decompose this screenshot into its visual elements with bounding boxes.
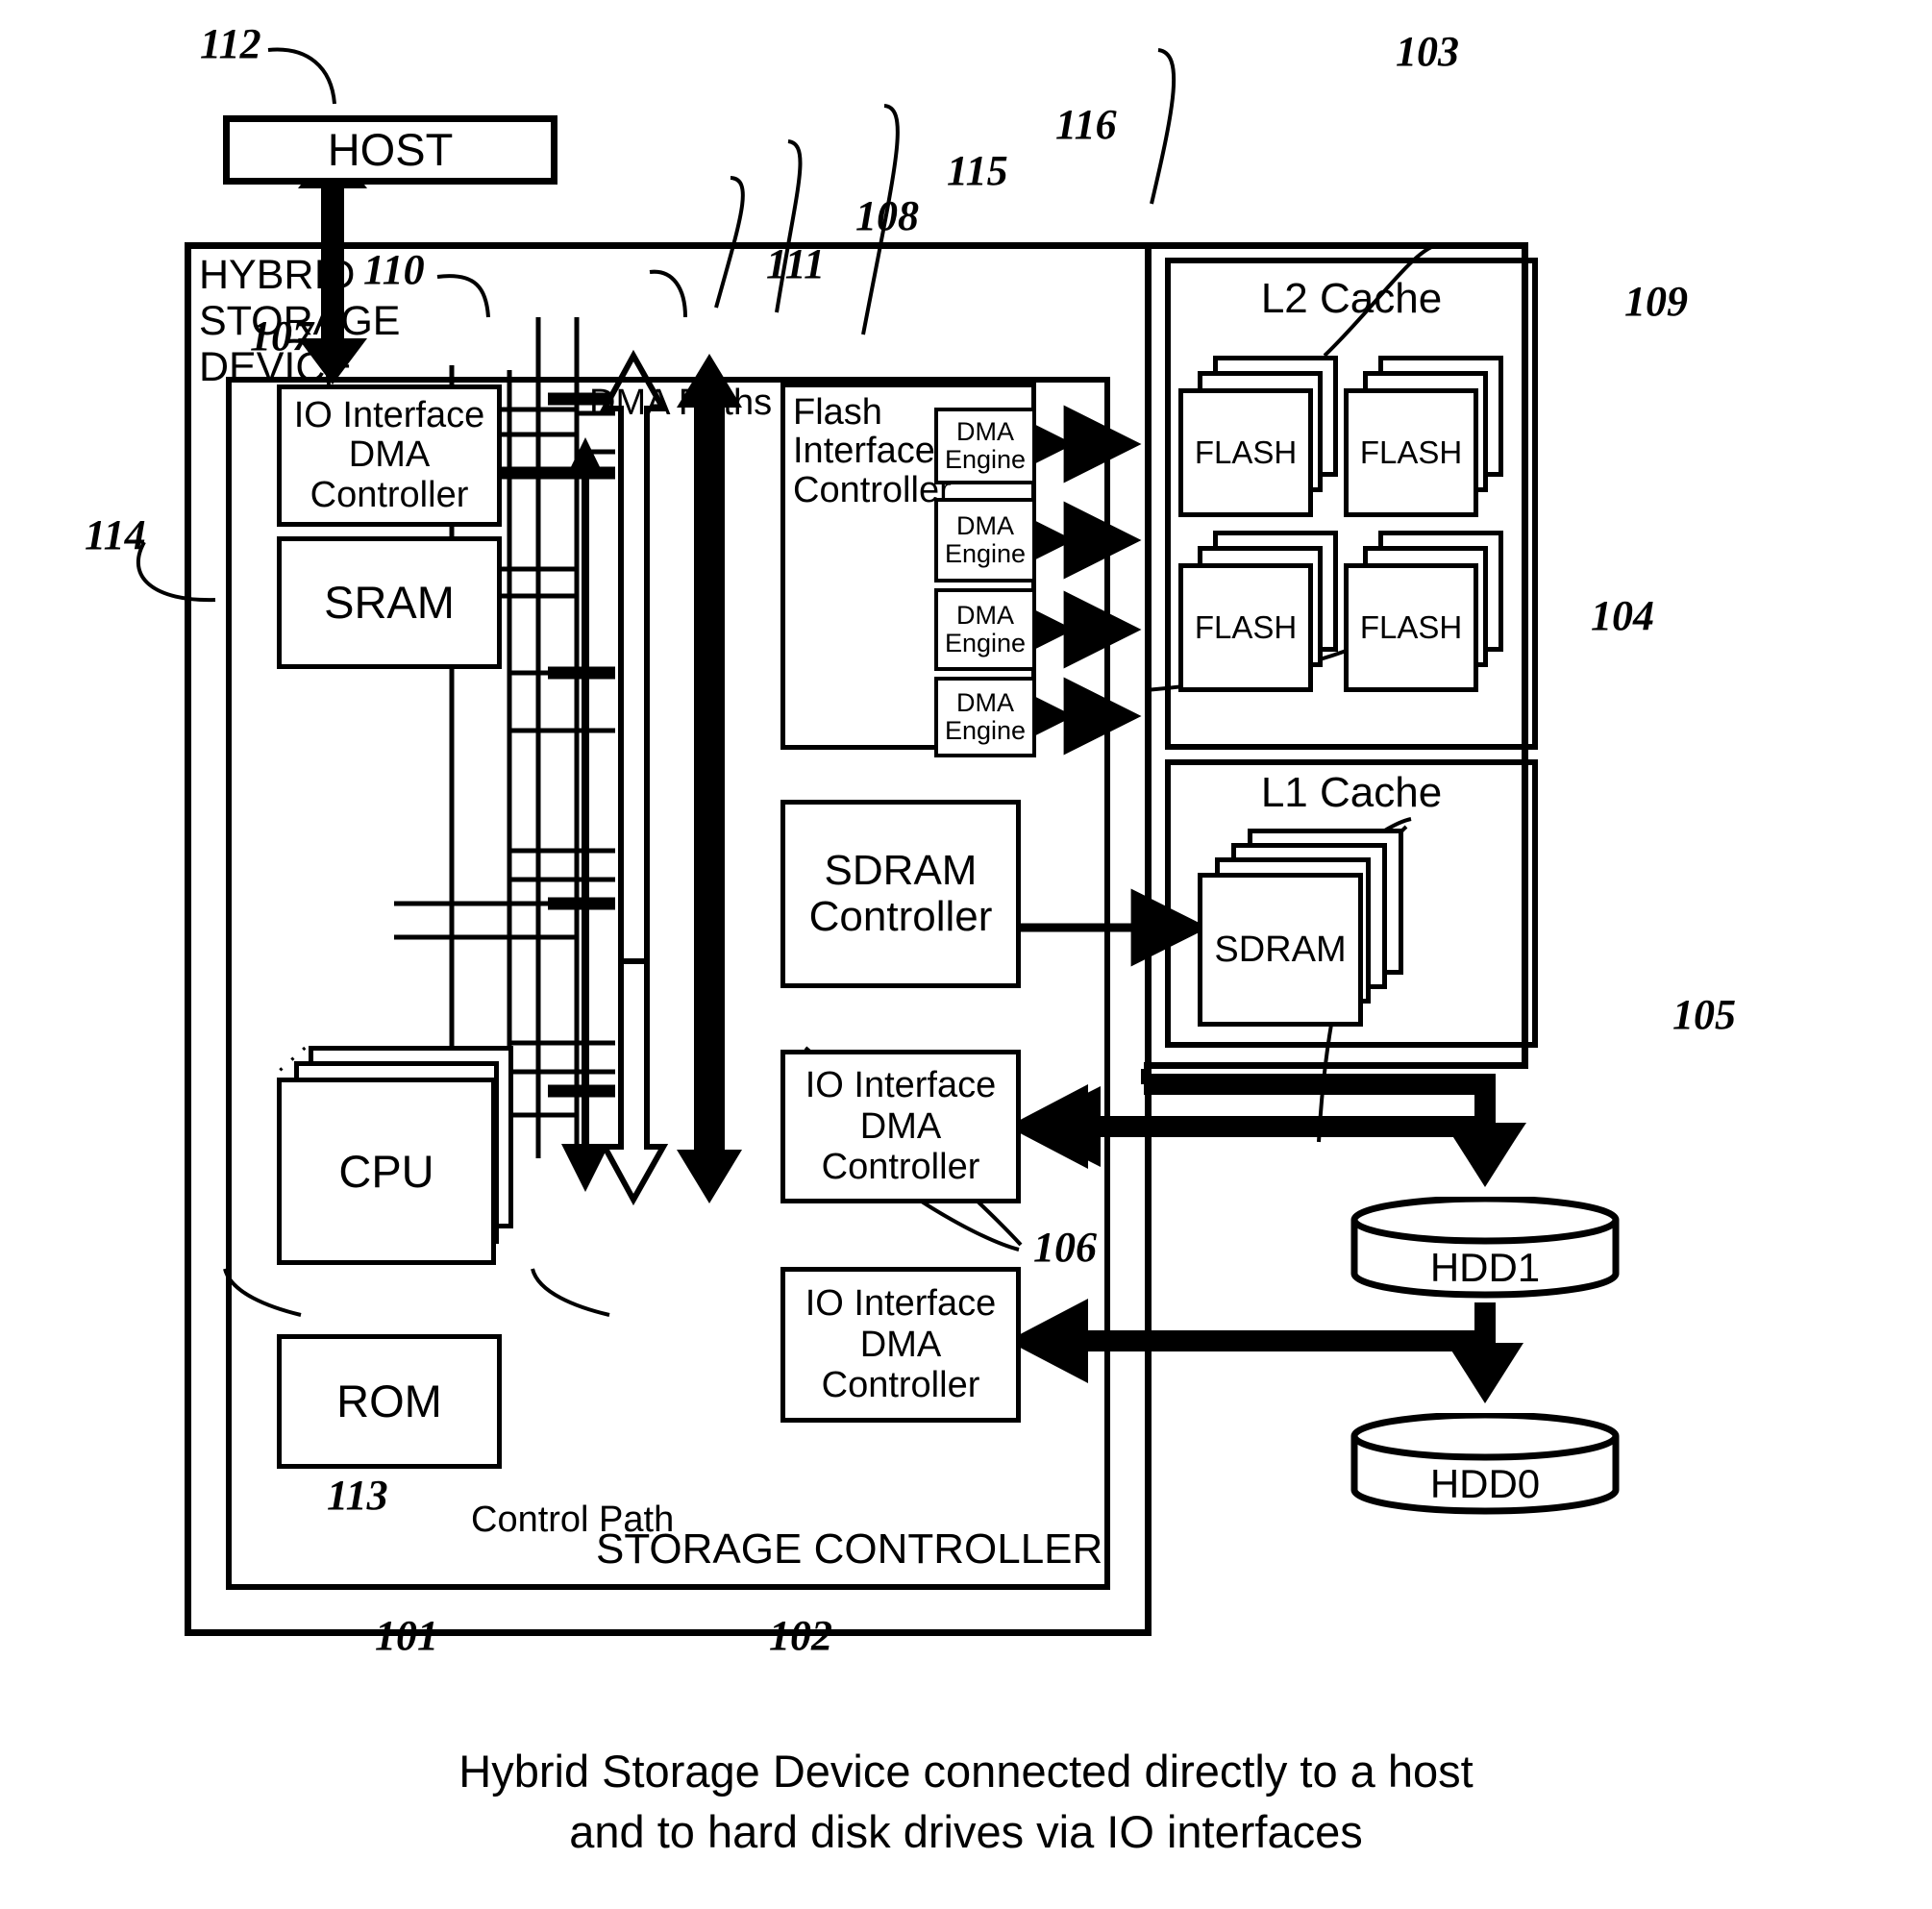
sdram-sheet-front: SDRAM bbox=[1198, 873, 1363, 1027]
flash-stack-3: FLASH bbox=[1178, 531, 1342, 694]
flash-stack-4: FLASH bbox=[1344, 531, 1507, 694]
ref-109: 109 bbox=[1624, 278, 1688, 325]
dma-paths-label: DMA Paths bbox=[589, 383, 773, 423]
io-interface-dma-controller-mid: IO Interface DMA Controller bbox=[780, 1050, 1021, 1203]
control-path-label: Control Path bbox=[471, 1500, 675, 1540]
hdd1-arrow-down bbox=[1447, 1088, 1523, 1187]
ref-112: 112 bbox=[200, 20, 261, 67]
ref-106: 106 bbox=[1033, 1224, 1097, 1271]
caption-line-2: and to hard disk drives via IO interface… bbox=[569, 1805, 1363, 1857]
ref-115: 115 bbox=[947, 147, 1008, 194]
dma-engine-2: DMA Engine bbox=[934, 498, 1036, 583]
flash-interface-controller-label: Flash Interface Controller bbox=[793, 392, 952, 510]
ref-114: 114 bbox=[85, 511, 146, 558]
ref-110: 110 bbox=[363, 246, 425, 293]
io-interface-dma-controller-top-label: IO Interface DMA Controller bbox=[293, 395, 485, 515]
flash-3-sheet-front: FLASH bbox=[1178, 563, 1313, 692]
patent-figure: HOST 112 HYBRID STORAGE DEVICE 101 STORAGE… bbox=[0, 0, 1932, 1909]
l1-sdram-label: SDRAM bbox=[1214, 929, 1347, 970]
dma-engine-1-label: DMA Engine bbox=[944, 416, 1027, 474]
ref-116: 116 bbox=[1055, 101, 1117, 148]
sdram-controller-block: SDRAM Controller bbox=[780, 800, 1021, 988]
io-interface-dma-controller-bot-label: IO Interface DMA Controller bbox=[805, 1283, 997, 1406]
rom-block: ROM bbox=[277, 1334, 502, 1469]
figure-caption: Hybrid Storage Device connected directly… bbox=[0, 1742, 1932, 1862]
sram-block: SRAM bbox=[277, 536, 502, 669]
leader-112 bbox=[267, 47, 336, 105]
flash-2-sheet-front: FLASH bbox=[1344, 388, 1478, 517]
flash-stack-1: FLASH bbox=[1178, 356, 1342, 519]
ref-105: 105 bbox=[1672, 991, 1736, 1038]
hdd1-label: HDD1 bbox=[1429, 1245, 1541, 1290]
dma-engine-4-label: DMA Engine bbox=[944, 687, 1027, 745]
caption-line-1: Hybrid Storage Device connected directly… bbox=[458, 1746, 1474, 1797]
cpu-sheet-front: CPU bbox=[277, 1078, 496, 1265]
l2-cache-label: L2 Cache bbox=[1260, 275, 1443, 322]
io-interface-dma-controller-mid-label: IO Interface DMA Controller bbox=[805, 1065, 997, 1188]
host-block: HOST bbox=[223, 115, 557, 185]
cpu-stack: CPU bbox=[277, 1046, 517, 1267]
io-interface-dma-controller-bot: IO Interface DMA Controller bbox=[780, 1267, 1021, 1423]
ref-111: 111 bbox=[766, 240, 826, 287]
sram-label: SRAM bbox=[324, 576, 455, 628]
host-label: HOST bbox=[327, 123, 454, 175]
flash-4-sheet-front: FLASH bbox=[1344, 563, 1478, 692]
rom-label: ROM bbox=[336, 1375, 442, 1426]
ref-103: 103 bbox=[1396, 28, 1459, 75]
flash-3-label: FLASH bbox=[1194, 609, 1298, 645]
ref-107: 107 bbox=[250, 312, 313, 359]
io-interface-dma-controller-top: IO Interface DMA Controller bbox=[277, 384, 502, 527]
flash-2-label: FLASH bbox=[1359, 434, 1463, 470]
ref-101: 101 bbox=[375, 1612, 438, 1659]
dma-engine-4: DMA Engine bbox=[934, 677, 1036, 757]
ref-108: 108 bbox=[855, 192, 919, 239]
dma-engine-3: DMA Engine bbox=[934, 588, 1036, 671]
l1-cache-label: L1 Cache bbox=[1260, 769, 1443, 816]
hdd0-label: HDD0 bbox=[1429, 1461, 1541, 1506]
flash-4-label: FLASH bbox=[1359, 609, 1463, 645]
cpu-label: CPU bbox=[338, 1146, 434, 1197]
leader-103 bbox=[1150, 48, 1177, 205]
ref-104: 104 bbox=[1591, 592, 1654, 639]
flash-stack-2: FLASH bbox=[1344, 356, 1507, 519]
dma-engine-3-label: DMA Engine bbox=[944, 600, 1027, 657]
l1-sdram-stack: SDRAM bbox=[1198, 829, 1419, 1027]
ref-113: 113 bbox=[327, 1472, 388, 1519]
flash-1-sheet-front: FLASH bbox=[1178, 388, 1313, 517]
dma-engine-2-label: DMA Engine bbox=[944, 510, 1027, 568]
dma-engine-1: DMA Engine bbox=[934, 408, 1036, 484]
sdram-controller-label: SDRAM Controller bbox=[808, 846, 993, 940]
flash-1-label: FLASH bbox=[1194, 434, 1298, 470]
ref-102: 102 bbox=[769, 1612, 832, 1659]
